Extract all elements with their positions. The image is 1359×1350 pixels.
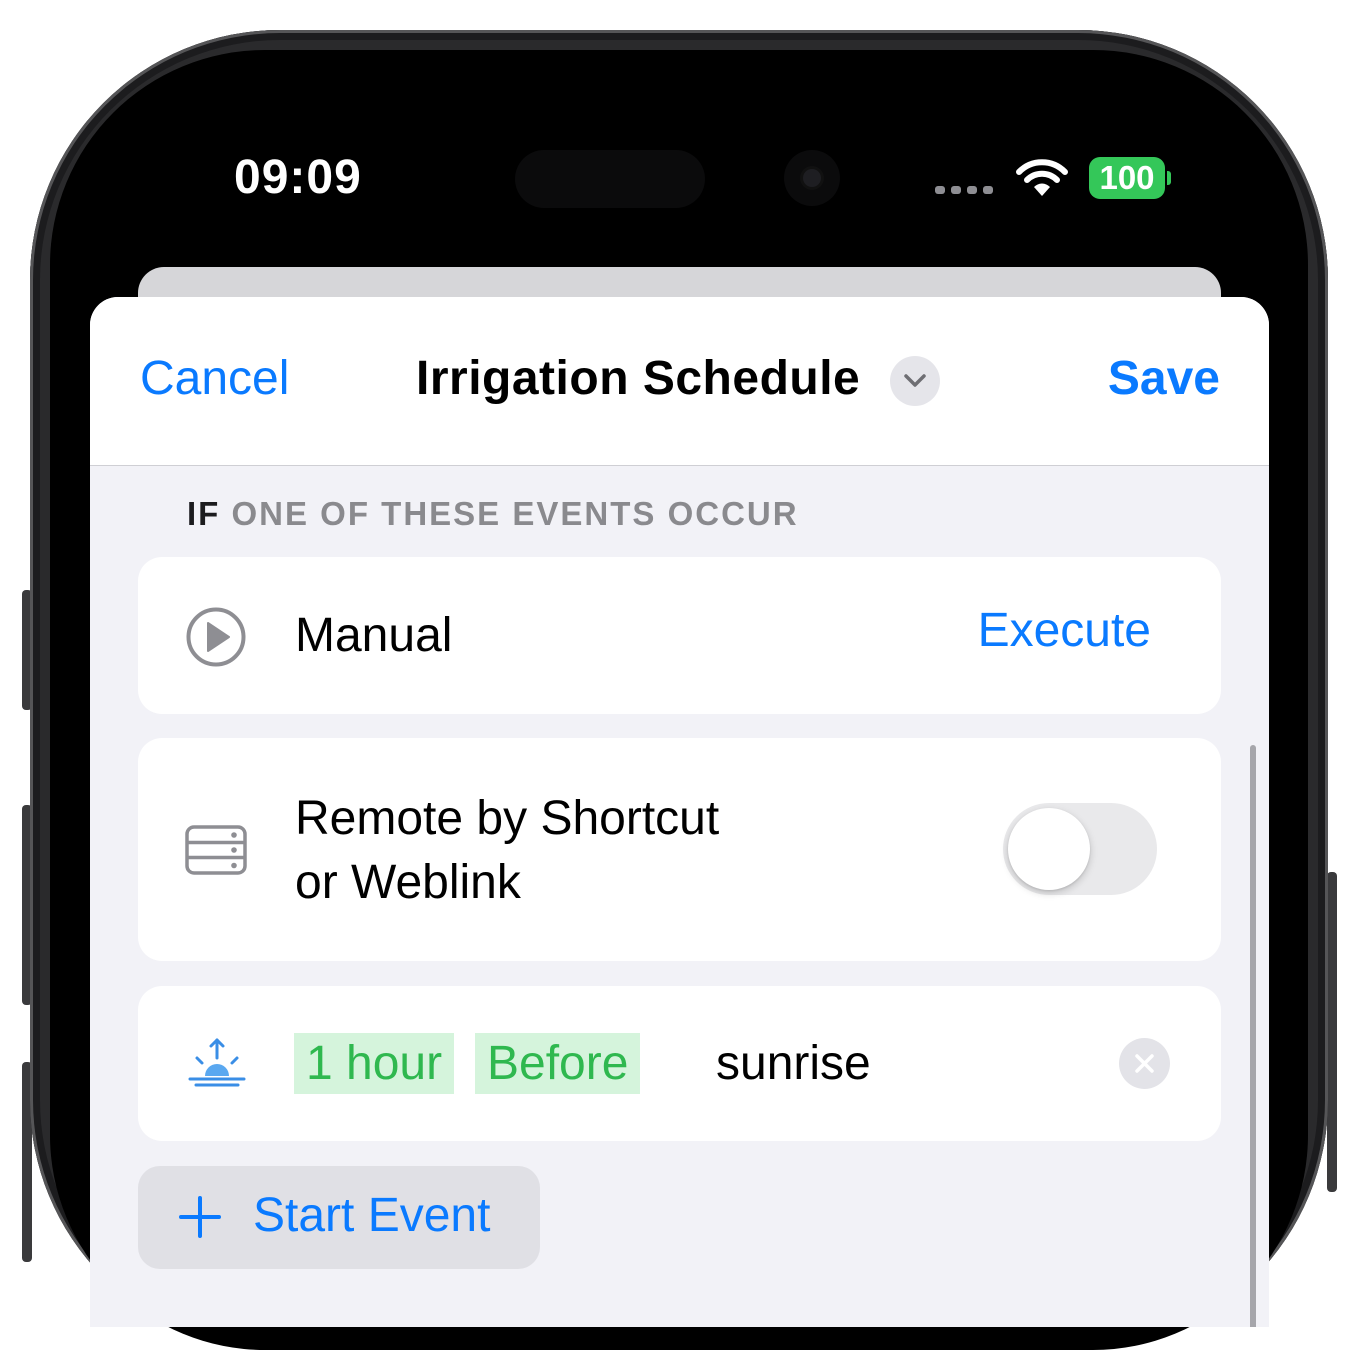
signal-dots-icon [935,186,993,194]
wifi-icon [1016,159,1068,196]
battery-tip [1167,171,1171,185]
front-camera [784,150,840,206]
offset-chip[interactable]: 1 hour [294,1033,455,1094]
toggle-knob [1008,808,1090,890]
navigation-bar: Cancel Irrigation Schedule Save [90,297,1269,466]
chevron-down-icon [904,374,926,387]
scrollbar[interactable] [1250,745,1256,1327]
title-menu-button[interactable] [890,356,940,406]
event-label-remote-line1: Remote by Shortcut [295,792,720,845]
save-button[interactable]: Save [1108,351,1220,406]
page-title: Irrigation Schedule [416,352,861,405]
section-header-prefix: IF [187,495,221,532]
cancel-button[interactable]: Cancel [140,351,289,406]
event-card-manual: Manual Execute [138,557,1221,714]
section-header: IF ONE OF THESE EVENTS OCCUR [187,495,799,533]
remove-event-button[interactable] [1119,1038,1170,1089]
play-circle-icon [186,607,246,667]
execute-button[interactable]: Execute [978,603,1151,658]
section-header-text: ONE OF THESE EVENTS OCCUR [231,495,799,532]
server-icon [185,825,247,875]
close-icon [1135,1054,1154,1073]
event-label-manual: Manual [295,609,453,662]
event-card-sunrise: 1 hour Before sunrise [138,986,1221,1141]
start-event-button[interactable]: Start Event [138,1166,540,1269]
event-label-remote-line2: or Weblink [295,856,521,909]
dynamic-island [515,150,705,208]
plus-icon [179,1196,221,1238]
irrigation-schedule-sheet: Cancel Irrigation Schedule Save IF ONE O… [90,297,1269,1327]
battery-icon: 100 [1089,157,1165,199]
start-event-label: Start Event [253,1189,491,1242]
remote-toggle[interactable] [1003,803,1157,895]
power-button [1327,872,1337,1192]
event-label-sunrise: sunrise [716,1037,871,1090]
relation-chip[interactable]: Before [475,1033,641,1094]
status-time: 09:09 [234,151,362,204]
sunrise-icon [188,1038,246,1087]
event-card-remote: Remote by Shortcut or Weblink [138,738,1221,961]
